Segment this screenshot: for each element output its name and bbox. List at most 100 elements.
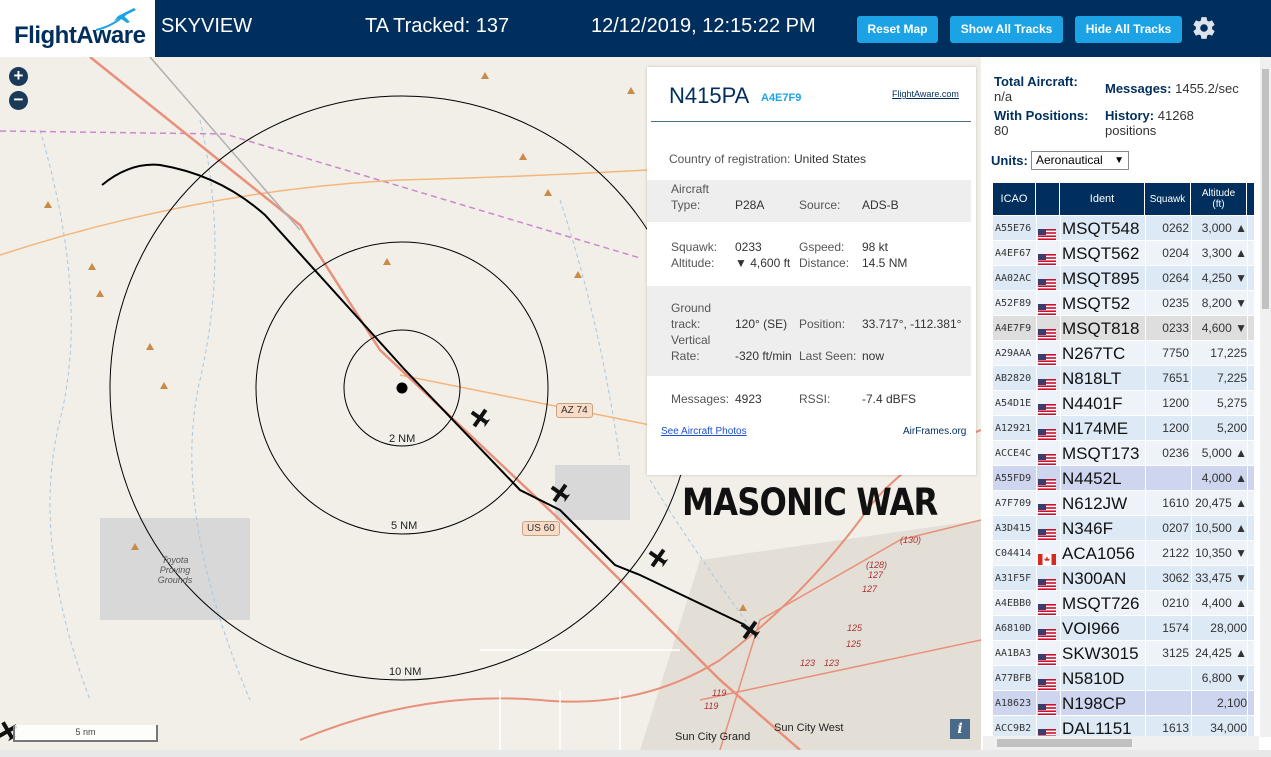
column-divider — [1247, 541, 1248, 566]
table-row[interactable]: A7F709 N612JW 1610 20,475 ▲ — [993, 491, 1254, 516]
table-row[interactable]: A4EF67 MSQT562 0204 3,300 ▲ — [993, 241, 1254, 266]
column-divider — [1060, 216, 1061, 241]
road-number: 125 — [846, 639, 862, 649]
column-divider — [1191, 291, 1192, 316]
gear-icon[interactable] — [1191, 15, 1217, 41]
column-divider — [1247, 691, 1248, 716]
row-squawk: 0207 — [1162, 521, 1189, 535]
row-ident: N267TC — [1062, 344, 1126, 363]
zoom-out-button[interactable]: − — [9, 91, 28, 110]
column-divider — [1036, 366, 1037, 391]
col-ident[interactable]: Ident — [1060, 183, 1145, 215]
table-row[interactable]: A12921 N174ME 1200 5,200 — [993, 416, 1254, 441]
row-squawk: 0204 — [1162, 246, 1189, 260]
column-divider — [1060, 441, 1061, 466]
row-altitude: 4,400 ▲ — [1201, 596, 1247, 610]
row-ident: N612JW — [1062, 494, 1128, 513]
column-divider — [1036, 666, 1037, 691]
column-divider — [1191, 316, 1192, 341]
last-seen-label: Last Seen: — [799, 349, 857, 363]
column-divider — [1247, 416, 1248, 441]
row-ident: SKW3015 — [1062, 644, 1139, 663]
col-flag[interactable] — [1036, 183, 1060, 215]
flightaware-logo[interactable]: FlightAware — [0, 0, 155, 57]
row-altitude: 17,225 — [1210, 346, 1247, 360]
rssi-value: -7.4 dBFS — [862, 392, 917, 406]
row-icao: A55FD9 — [995, 473, 1032, 484]
column-divider — [1036, 516, 1037, 541]
reset-map-button[interactable]: Reset Map — [857, 16, 938, 43]
aircraft-photos-link[interactable]: See Aircraft Photos — [661, 426, 747, 437]
source-label: Source: — [799, 198, 841, 212]
scrollbar-thumb[interactable] — [997, 739, 1132, 747]
track-row: Ground track: 120° (SE) Position: 33.717… — [647, 286, 971, 376]
column-divider — [1247, 341, 1248, 366]
us-flag-icon — [1038, 648, 1056, 665]
table-row[interactable]: AA02AC MSQT895 0264 4,250 ▼ — [993, 266, 1254, 291]
table-row[interactable]: C04414 ACA1056 2122 10,350 ▼ — [993, 541, 1254, 566]
info-button[interactable]: i — [950, 719, 970, 739]
table-row[interactable]: A4E7F9 MSQT818 0233 4,600 ▼ — [993, 316, 1254, 341]
sidebar-scrollbar[interactable] — [1260, 57, 1271, 737]
aircraft-icon — [470, 408, 491, 428]
column-divider — [1191, 516, 1192, 541]
table-row[interactable]: AB2820 N818LT 7651 7,225 — [993, 366, 1254, 391]
ground-track-value: 120° (SE) — [735, 317, 788, 331]
column-divider — [1060, 541, 1061, 566]
table-horizontal-scrollbar[interactable] — [983, 736, 1259, 750]
us-flag-icon — [1038, 673, 1056, 690]
table-row[interactable]: A6810D VOI966 1574 28,000 — [993, 616, 1254, 641]
row-ident: N4401F — [1062, 394, 1123, 413]
row-ident: N174ME — [1062, 419, 1129, 438]
column-divider — [1036, 491, 1037, 516]
scrollbar-thumb[interactable] — [1262, 69, 1269, 309]
hide-all-tracks-button[interactable]: Hide All Tracks — [1075, 16, 1182, 43]
flightaware-link[interactable]: FlightAware.com — [892, 89, 959, 99]
column-divider — [1036, 341, 1037, 366]
aircraft-type-label-2: Type: — [671, 198, 701, 212]
table-row[interactable]: A55E76 MSQT548 0262 3,000 ▲ — [993, 216, 1254, 241]
col-altitude[interactable]: Altitude (ft) — [1191, 183, 1247, 215]
column-divider — [1191, 366, 1192, 391]
col-icao[interactable]: ICAO — [993, 183, 1036, 215]
table-row[interactable]: ACCE4C MSQT173 0236 5,000 ▲ — [993, 441, 1254, 466]
urban-area — [640, 520, 981, 750]
table-row[interactable]: A29AAA N267TC 7750 17,225 — [993, 341, 1254, 366]
column-divider — [1145, 216, 1146, 241]
us-flag-icon — [1038, 423, 1056, 440]
row-icao: ACCE4C — [995, 448, 1032, 459]
zoom-in-button[interactable]: + — [9, 67, 28, 86]
column-divider — [1145, 316, 1146, 341]
table-row[interactable]: A31F5F N300AN 3062 33,475 ▼ — [993, 566, 1254, 591]
show-all-tracks-button[interactable]: Show All Tracks — [950, 16, 1063, 43]
column-divider — [1191, 266, 1192, 291]
table-row[interactable]: A55FD9 N4452L 4,000 ▲ — [993, 466, 1254, 491]
column-divider — [1247, 291, 1248, 316]
table-row[interactable]: A4EBB0 MSQT726 0210 4,400 ▲ — [993, 591, 1254, 616]
scale-bar: 5 nm — [13, 725, 158, 742]
column-divider — [1060, 641, 1061, 666]
row-ident: MSQT726 — [1062, 594, 1140, 613]
column-divider — [1191, 416, 1192, 441]
column-divider — [1145, 691, 1146, 716]
row-altitude: 2,100 — [1216, 696, 1247, 710]
row-squawk: 0233 — [1162, 321, 1189, 335]
table-row[interactable]: A18623 N198CP 2,100 — [993, 691, 1254, 716]
units-select[interactable]: Aeronautical ▼ — [1031, 151, 1129, 170]
row-squawk: 3125 — [1162, 646, 1189, 660]
column-divider — [1191, 241, 1192, 266]
table-row[interactable]: A52F89 MSQT52 0235 8,200 ▼ — [993, 291, 1254, 316]
vrate-label-2: Rate: — [671, 349, 700, 363]
row-icao: A52F89 — [995, 298, 1032, 309]
airframes-link[interactable]: AirFrames.org — [903, 426, 966, 437]
col-squawk[interactable]: Squawk — [1145, 183, 1191, 215]
table-row[interactable]: A77BFB N5810D 6,800 ▼ — [993, 666, 1254, 691]
table-row[interactable]: A54D1E N4401F 1200 5,275 — [993, 391, 1254, 416]
table-row[interactable]: A3D415 N346F 0207 10,500 ▲ — [993, 516, 1254, 541]
row-ident: MSQT52 — [1062, 294, 1131, 313]
table-row[interactable]: AA1BA3 SKW3015 3125 24,425 ▲ — [993, 641, 1254, 666]
us-flag-icon — [1038, 448, 1056, 465]
chevron-down-icon: ▼ — [1114, 155, 1124, 166]
messages-value: 4923 — [735, 392, 762, 406]
column-divider — [1145, 666, 1146, 691]
